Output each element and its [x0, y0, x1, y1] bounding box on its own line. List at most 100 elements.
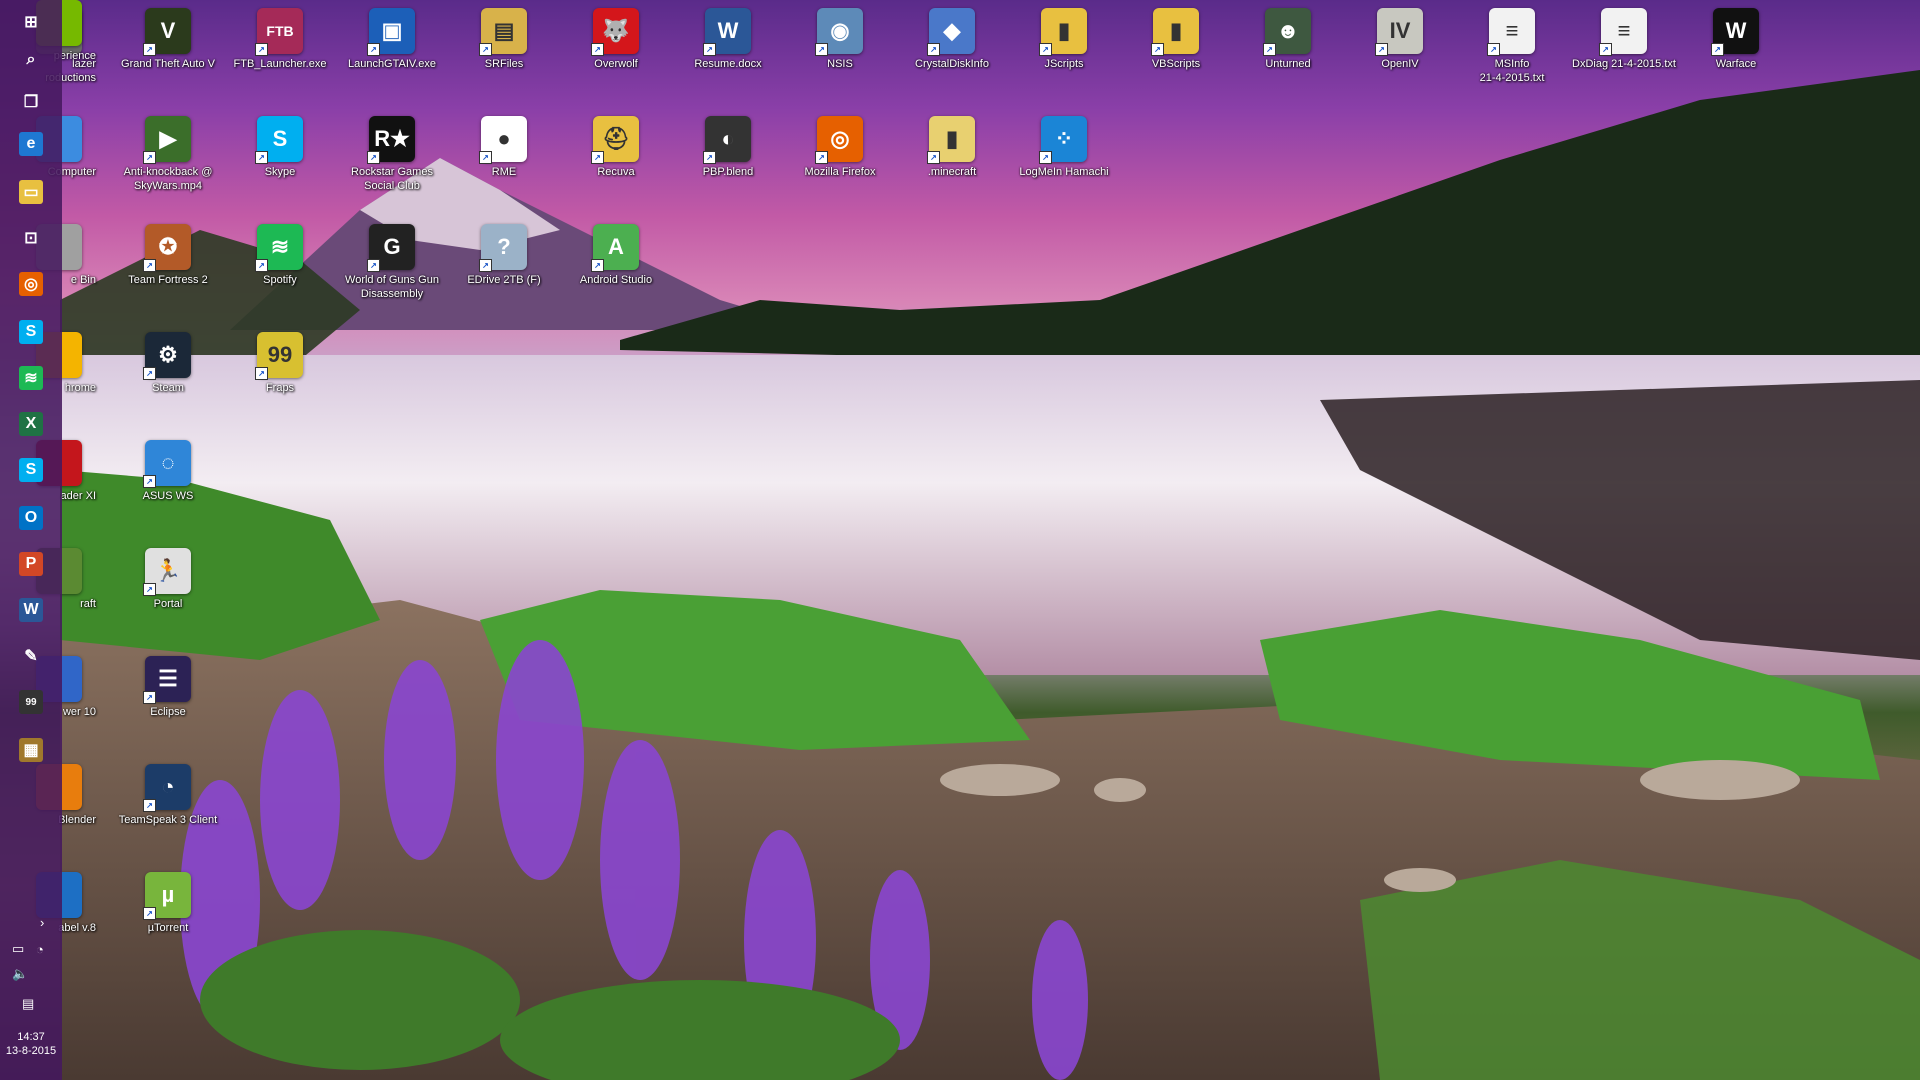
steam-icon: ⚙ ↗	[143, 332, 191, 380]
shortcut-arrow-icon: ↗	[367, 151, 380, 164]
desktop-icon[interactable]: ◎ ↗ Mozilla Firefox	[788, 116, 892, 179]
fraps-icon: 99 ↗	[255, 332, 303, 380]
folder-icon: ▮ ↗	[1151, 8, 1199, 56]
desktop-icon[interactable]: ? ↗ EDrive 2TB (F)	[452, 224, 556, 287]
warface-icon: W ↗	[1711, 8, 1759, 56]
shortcut-arrow-icon: ↗	[703, 151, 716, 164]
file-explorer-icon[interactable]: ▭	[19, 180, 43, 204]
windows-logo-icon[interactable]: ⊞	[19, 10, 43, 34]
shortcut-arrow-icon: ↗	[815, 151, 828, 164]
shortcut-arrow-icon: ↗	[143, 583, 156, 596]
desktop-icon[interactable]: 🐺 ↗ Overwolf	[564, 8, 668, 71]
overwolf-icon: 🐺 ↗	[591, 8, 639, 56]
rockstar-icon: R★ ↗	[367, 116, 415, 164]
desktop-icon[interactable]: S ↗ Skype	[228, 116, 332, 179]
desktop-icon[interactable]: ⛑ ↗ Recuva	[564, 116, 668, 179]
desktop-icon[interactable]: ◉ ↗ NSIS	[788, 8, 892, 71]
desktop-icon[interactable]: A ↗ Android Studio	[564, 224, 668, 287]
search-icon[interactable]: ⌕	[19, 48, 43, 72]
desktop-icon[interactable]: W ↗ Warface	[1684, 8, 1788, 71]
fraps-icon[interactable]: 99	[19, 690, 43, 714]
asus-ws-icon: ◌ ↗	[143, 440, 191, 488]
edge-icon[interactable]: e	[19, 132, 43, 156]
desktop-icon[interactable]: 🏃 ↗ Portal	[116, 548, 220, 611]
skype-icon[interactable]: S	[19, 320, 43, 344]
desktop-icon[interactable]: ▶ ↗ Anti-knockback @ SkyWars.mp4	[116, 116, 220, 193]
desktop-icon[interactable]: ≋ ↗ Spotify	[228, 224, 332, 287]
folder-icon: ▤ ↗	[479, 8, 527, 56]
shortcut-arrow-icon: ↗	[1039, 151, 1052, 164]
desktop-icon[interactable]: ✪ ↗ Team Fortress 2	[116, 224, 220, 287]
task-view-icon[interactable]: ❐	[19, 90, 43, 114]
desktop-icon[interactable]: W ↗ Resume.docx	[676, 8, 780, 71]
shortcut-arrow-icon: ↗	[367, 43, 380, 56]
desktop-icon-label: JScripts	[1044, 58, 1084, 70]
powerpoint-icon[interactable]: P	[19, 552, 43, 576]
shortcut-arrow-icon: ↗	[479, 151, 492, 164]
desktop-icon[interactable]: ◔ ↗ TeamSpeak 3 Client	[116, 764, 220, 827]
shortcut-arrow-icon: ↗	[143, 799, 156, 812]
excel-icon[interactable]: X	[19, 412, 43, 436]
skype-icon: S ↗	[255, 116, 303, 164]
ftb-launcher-icon: FTB ↗	[255, 8, 303, 56]
outlook-icon[interactable]: O	[19, 506, 43, 530]
skype-icon[interactable]: S	[19, 458, 43, 482]
desktop-icon[interactable]: ◐ ↗ PBP.blend	[676, 116, 780, 179]
desktop-icon[interactable]: ▮ ↗ JScripts	[1012, 8, 1116, 71]
desktop-icon[interactable]: ▤ ↗ SRFiles	[452, 8, 556, 71]
action-center-icon[interactable]: ▤	[22, 996, 34, 1012]
wifi-icon[interactable]: ◔	[36, 942, 44, 957]
desktop-icon-label: NSIS	[827, 58, 853, 70]
team-fortress-icon: ✪ ↗	[143, 224, 191, 272]
desktop-icon[interactable]: ▮ ↗ .minecraft	[900, 116, 1004, 179]
spotify-icon[interactable]: ≋	[19, 366, 43, 390]
desktop-icon[interactable]: ▮ ↗ VBScripts	[1124, 8, 1228, 71]
shortcut-arrow-icon: ↗	[591, 43, 604, 56]
shortcut-arrow-icon: ↗	[1487, 43, 1500, 56]
unturned-icon: ☻ ↗	[1263, 8, 1311, 56]
desktop-icon[interactable]: ◆ ↗ CrystalDiskInfo	[900, 8, 1004, 71]
paint-icon[interactable]: ✎	[19, 644, 43, 668]
desktop-icon[interactable]: FTB ↗ FTB_Launcher.exe	[228, 8, 332, 71]
desktop-icon[interactable]: ⁘ ↗ LogMeIn Hamachi	[1012, 116, 1116, 179]
desktop-icon[interactable]: ☰ ↗ Eclipse	[116, 656, 220, 719]
package-icon[interactable]: ▦	[19, 738, 43, 762]
desktop-icon[interactable]: ☻ ↗ Unturned	[1236, 8, 1340, 71]
show-more-chevron-icon[interactable]: ›	[40, 915, 44, 930]
desktop-icon-label: Android Studio	[579, 274, 653, 286]
desktop-icon[interactable]: R★ ↗ Rockstar Games Social Club	[340, 116, 444, 193]
desktop-icon[interactable]: G ↗ World of Guns Gun Disassembly	[340, 224, 444, 301]
desktop-icon[interactable]: ⚙ ↗ Steam	[116, 332, 220, 395]
desktop-icon[interactable]: ▣ ↗ LaunchGTAIV.exe	[340, 8, 444, 71]
recuva-icon: ⛑ ↗	[591, 116, 639, 164]
shortcut-arrow-icon: ↗	[591, 259, 604, 272]
desktop-icon-label: Grand Theft Auto V	[121, 58, 215, 70]
store-icon[interactable]: ⊡	[19, 226, 43, 250]
desktop[interactable]: lazer roductions Computer e Bin hrome ader X…	[0, 0, 1920, 1080]
shortcut-arrow-icon: ↗	[927, 151, 940, 164]
desktop-icon[interactable]: V ↗ Grand Theft Auto V	[116, 8, 220, 71]
desktop-icon-label: FTB_Launcher.exe	[233, 58, 327, 70]
video-file-icon: ▶ ↗	[143, 116, 191, 164]
desktop-icon-label: World of Guns Gun Disassembly	[345, 274, 439, 300]
taskbar-clock[interactable]: 14:37 13-8-2015	[0, 1030, 62, 1058]
desktop-icon[interactable]: ≡ ↗ DxDiag 21-4-2015.txt	[1572, 8, 1676, 71]
desktop-icon[interactable]: ● ↗ RME	[452, 116, 556, 179]
shortcut-arrow-icon: ↗	[143, 475, 156, 488]
firefox-icon[interactable]: ◎	[19, 272, 43, 296]
shortcut-arrow-icon: ↗	[143, 151, 156, 164]
desktop-icon[interactable]: ◌ ↗ ASUS WS	[116, 440, 220, 503]
desktop-icon[interactable]: IV ↗ OpenIV	[1348, 8, 1452, 71]
desktop-icon[interactable]: 99 ↗ Fraps	[228, 332, 332, 395]
battery-icon[interactable]: ▭	[12, 941, 24, 957]
shortcut-arrow-icon: ↗	[143, 43, 156, 56]
shortcut-arrow-icon: ↗	[255, 151, 268, 164]
desktop-icon[interactable]: µ ↗ µTorrent	[116, 872, 220, 935]
desktop-icon-label: ASUS WS	[142, 490, 194, 502]
eclipse-icon: ☰ ↗	[143, 656, 191, 704]
volume-icon[interactable]: 🔈	[12, 966, 28, 982]
utorrent-icon: µ ↗	[143, 872, 191, 920]
desktop-icon[interactable]: ≡ ↗ MSInfo 21-4-2015.txt	[1460, 8, 1564, 85]
shortcut-arrow-icon: ↗	[1375, 43, 1388, 56]
word-icon[interactable]: W	[19, 598, 43, 622]
